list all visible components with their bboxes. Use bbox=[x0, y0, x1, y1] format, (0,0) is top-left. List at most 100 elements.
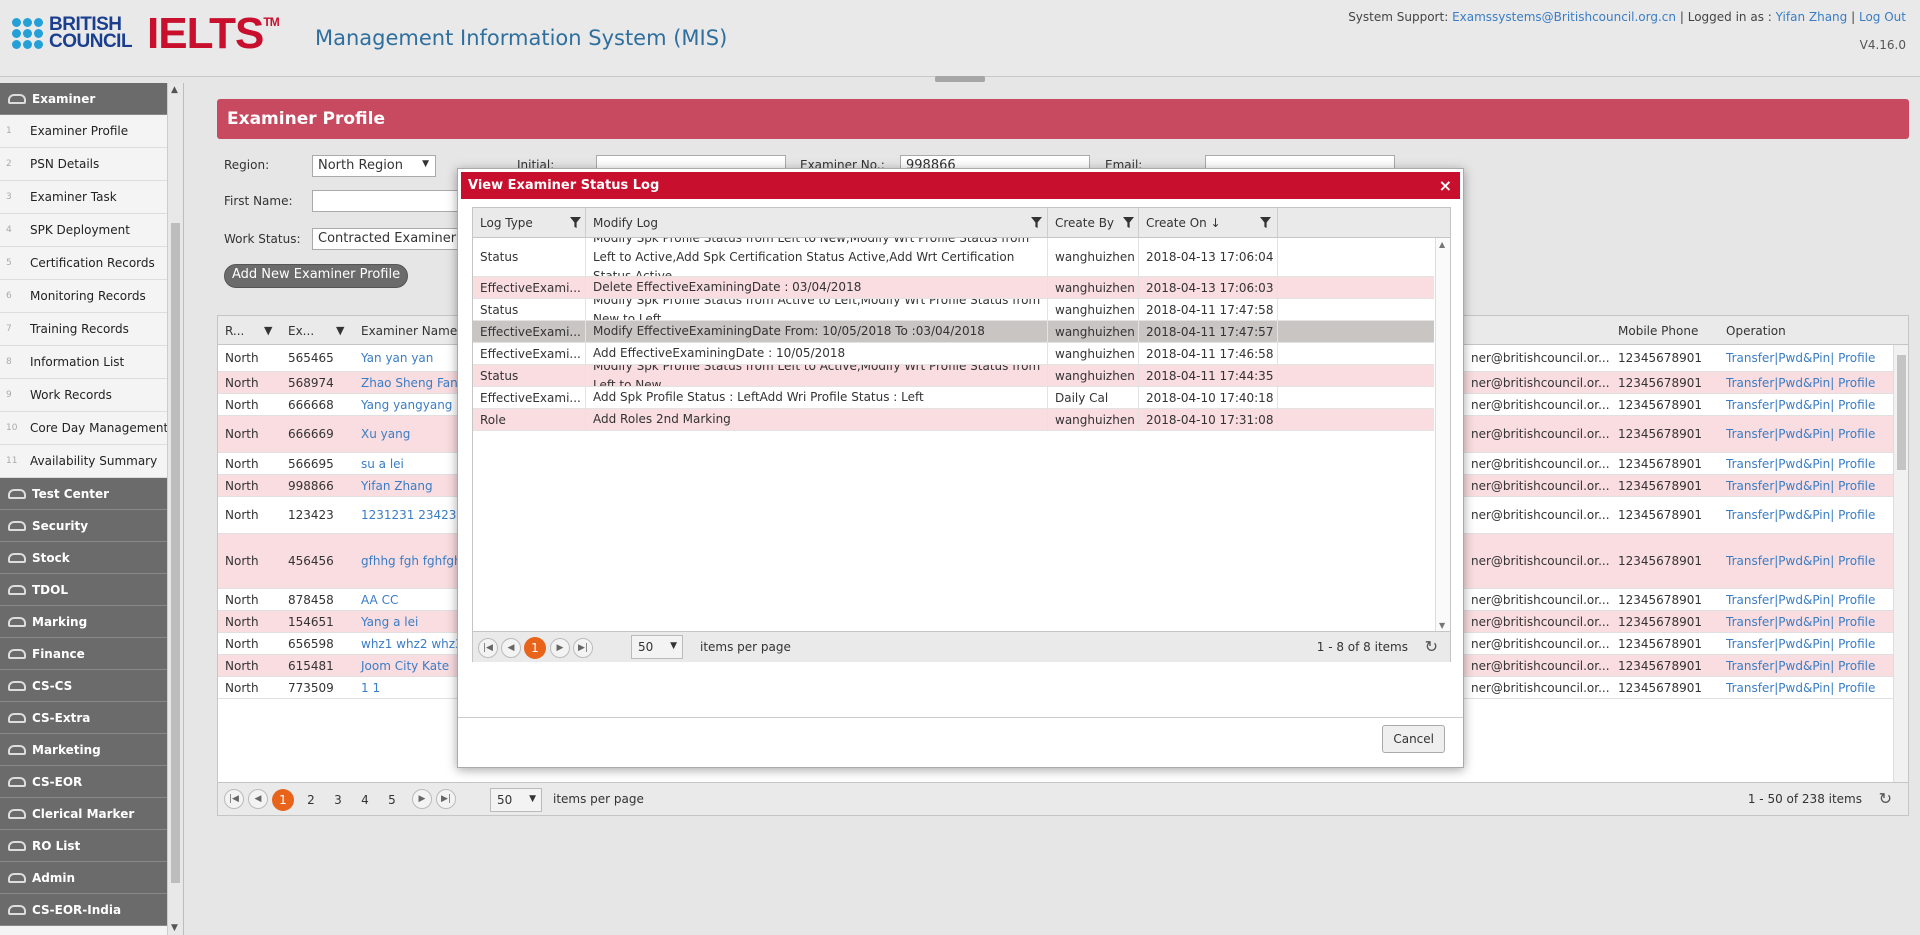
sidebar-item[interactable]: 9 Work Records bbox=[0, 379, 182, 412]
scroll-down-icon[interactable]: ▼ bbox=[171, 923, 178, 933]
status-log-scrollbar[interactable]: ▲ ▼ bbox=[1435, 238, 1450, 632]
filter-icon[interactable] bbox=[1123, 217, 1134, 228]
sidebar-group[interactable]: Marking bbox=[0, 606, 182, 638]
sidebar-item[interactable]: 5 Certification Records bbox=[0, 247, 182, 280]
sidebar-group[interactable]: Marketing bbox=[0, 734, 182, 766]
sidebar-group[interactable]: Test Center bbox=[0, 478, 182, 510]
sidebar-item[interactable]: 3 Examiner Task bbox=[0, 181, 182, 214]
grid-scroll-thumb[interactable] bbox=[1897, 355, 1906, 470]
sidebar-group[interactable]: CS-CS bbox=[0, 670, 182, 702]
col-mobile-header[interactable]: Mobile Phone bbox=[1618, 324, 1698, 338]
user-link[interactable]: Yifan Zhang bbox=[1776, 10, 1848, 24]
first-page-icon[interactable]: |◀ bbox=[224, 789, 244, 809]
cell-operation-links[interactable]: Transfer|Pwd&Pin| Profile bbox=[1726, 593, 1875, 607]
cell-operation-links[interactable]: Transfer|Pwd&Pin| Profile bbox=[1726, 659, 1875, 673]
cell-examiner-name-link[interactable]: whz1 whz2 whz3 bbox=[361, 637, 463, 651]
sidebar-group-examiner[interactable]: Examiner bbox=[0, 83, 182, 115]
cell-examiner-name-link[interactable]: Yang yangyang bbox=[361, 398, 452, 412]
sidebar-group[interactable]: TDOL bbox=[0, 574, 182, 606]
cell-operation-links[interactable]: Transfer|Pwd&Pin| Profile bbox=[1726, 479, 1875, 493]
cell-examiner-name-link[interactable]: 1 1 bbox=[361, 681, 380, 695]
cell-examiner-name-link[interactable]: 1231231 23423 bbox=[361, 508, 456, 522]
cell-examiner-name-link[interactable]: AA CC bbox=[361, 593, 398, 607]
support-email-link[interactable]: Examssystems@Britishcouncil.org.cn bbox=[1452, 10, 1676, 24]
sidebar-group[interactable]: Stock bbox=[0, 542, 182, 574]
sidebar-item[interactable]: 8 Information List bbox=[0, 346, 182, 379]
col-region-header[interactable]: R... bbox=[225, 324, 244, 338]
status-log-row[interactable]: EffectiveExami... Add EffectiveExaminingD… bbox=[473, 343, 1434, 365]
cell-operation-links[interactable]: Transfer|Pwd&Pin| Profile bbox=[1726, 554, 1875, 568]
page-5-button[interactable]: 5 bbox=[381, 789, 403, 811]
col-create-on-header[interactable]: Create On ↓ bbox=[1139, 208, 1278, 238]
sidebar-group[interactable]: Admin bbox=[0, 862, 182, 894]
cancel-button[interactable]: Cancel bbox=[1382, 725, 1445, 753]
last-page-icon[interactable]: ▶| bbox=[436, 789, 456, 809]
status-log-row[interactable]: EffectiveExami... Delete EffectiveExamini… bbox=[473, 277, 1434, 299]
cell-examiner-name-link[interactable]: su a lei bbox=[361, 457, 404, 471]
sidebar-item[interactable]: 1 Examiner Profile bbox=[0, 115, 182, 148]
page-size-select[interactable]: 50 ▼ bbox=[631, 635, 683, 659]
status-log-row[interactable]: EffectiveExami... Modify EffectiveExamini… bbox=[473, 321, 1434, 343]
scroll-up-icon[interactable]: ▲ bbox=[1439, 240, 1445, 249]
col-modify-log-header[interactable]: Modify Log bbox=[586, 208, 1048, 238]
prev-page-icon[interactable]: ◀ bbox=[248, 789, 268, 809]
sidebar-item[interactable]: 6 Monitoring Records bbox=[0, 280, 182, 313]
page-size-select[interactable]: 50 ▼ bbox=[490, 788, 542, 812]
cell-examiner-name-link[interactable]: Yifan Zhang bbox=[361, 479, 433, 493]
prev-page-icon[interactable]: ◀ bbox=[501, 638, 521, 658]
refresh-icon[interactable]: ↻ bbox=[1425, 637, 1438, 656]
cell-examiner-name-link[interactable]: Yang a lei bbox=[361, 615, 418, 629]
close-icon[interactable]: × bbox=[1439, 172, 1452, 199]
sidebar-item[interactable]: 4 SPK Deployment bbox=[0, 214, 182, 247]
sidebar-group[interactable]: Security bbox=[0, 510, 182, 542]
sidebar-group[interactable]: RO List bbox=[0, 830, 182, 862]
next-page-icon[interactable]: ▶ bbox=[412, 789, 432, 809]
next-page-icon[interactable]: ▶ bbox=[550, 638, 570, 658]
cell-examiner-name-link[interactable]: Joom City Kate bbox=[361, 659, 449, 673]
sidebar-scrollbar[interactable]: ▲ ▼ bbox=[167, 83, 183, 935]
page-1-button[interactable]: 1 bbox=[524, 637, 546, 659]
filter-icon[interactable] bbox=[1260, 217, 1271, 228]
status-log-row[interactable]: StatusModify Spk Profile Status from Lef… bbox=[473, 238, 1434, 277]
cell-examiner-name-link[interactable]: gfhhg fgh fghfgh bbox=[361, 554, 462, 568]
sidebar-group[interactable]: CS-EOR-India bbox=[0, 894, 182, 926]
col-name-header[interactable]: Examiner Name bbox=[361, 324, 457, 338]
filter-icon[interactable] bbox=[570, 217, 581, 228]
region-select[interactable]: North Region ▼ bbox=[312, 155, 436, 177]
page-1-button[interactable]: 1 bbox=[272, 789, 294, 811]
sidebar-item[interactable]: 10 Core Day Management bbox=[0, 412, 182, 445]
cell-operation-links[interactable]: Transfer|Pwd&Pin| Profile bbox=[1726, 457, 1875, 471]
page-4-button[interactable]: 4 bbox=[354, 789, 376, 811]
cell-operation-links[interactable]: Transfer|Pwd&Pin| Profile bbox=[1726, 398, 1875, 412]
cell-operation-links[interactable]: Transfer|Pwd&Pin| Profile bbox=[1726, 427, 1875, 441]
cell-examiner-name-link[interactable]: Zhao Sheng Fang bbox=[361, 376, 465, 390]
scroll-up-icon[interactable]: ▲ bbox=[171, 85, 178, 95]
last-page-icon[interactable]: ▶| bbox=[573, 638, 593, 658]
page-3-button[interactable]: 3 bbox=[327, 789, 349, 811]
sidebar-item[interactable]: 2 PSN Details bbox=[0, 148, 182, 181]
page-2-button[interactable]: 2 bbox=[300, 789, 322, 811]
cell-operation-links[interactable]: Transfer|Pwd&Pin| Profile bbox=[1726, 351, 1875, 365]
sidebar-item[interactable]: 11 Availability Summary bbox=[0, 445, 182, 478]
sidebar-group[interactable]: CS-Extra bbox=[0, 702, 182, 734]
add-examiner-profile-button[interactable]: Add New Examiner Profile bbox=[224, 264, 409, 288]
cell-operation-links[interactable]: Transfer|Pwd&Pin| Profile bbox=[1726, 637, 1875, 651]
cell-examiner-name-link[interactable]: Xu yang bbox=[361, 427, 410, 441]
sidebar-item[interactable]: 7 Training Records bbox=[0, 313, 182, 346]
cell-operation-links[interactable]: Transfer|Pwd&Pin| Profile bbox=[1726, 508, 1875, 522]
refresh-icon[interactable]: ↻ bbox=[1879, 789, 1892, 808]
scroll-down-icon[interactable]: ▼ bbox=[1439, 621, 1445, 630]
sidebar-group[interactable]: Finance bbox=[0, 638, 182, 670]
col-operation-header[interactable]: Operation bbox=[1726, 324, 1786, 338]
status-log-row[interactable]: Role Add Roles 2nd Marking wanghuizhen 2018… bbox=[473, 409, 1434, 431]
status-log-row[interactable]: Status Modify Spk Profile Status from Act… bbox=[473, 299, 1434, 321]
filter-icon[interactable]: ▼ bbox=[264, 324, 272, 337]
col-exno-header[interactable]: Ex... bbox=[288, 324, 314, 338]
cell-operation-links[interactable]: Transfer|Pwd&Pin| Profile bbox=[1726, 376, 1875, 390]
filter-icon[interactable] bbox=[1031, 217, 1042, 228]
cell-operation-links[interactable]: Transfer|Pwd&Pin| Profile bbox=[1726, 615, 1875, 629]
first-page-icon[interactable]: |◀ bbox=[478, 638, 498, 658]
header-splitter-handle[interactable] bbox=[935, 76, 985, 82]
sidebar-group[interactable]: Clerical Marker bbox=[0, 798, 182, 830]
logout-link[interactable]: Log Out bbox=[1859, 10, 1906, 24]
